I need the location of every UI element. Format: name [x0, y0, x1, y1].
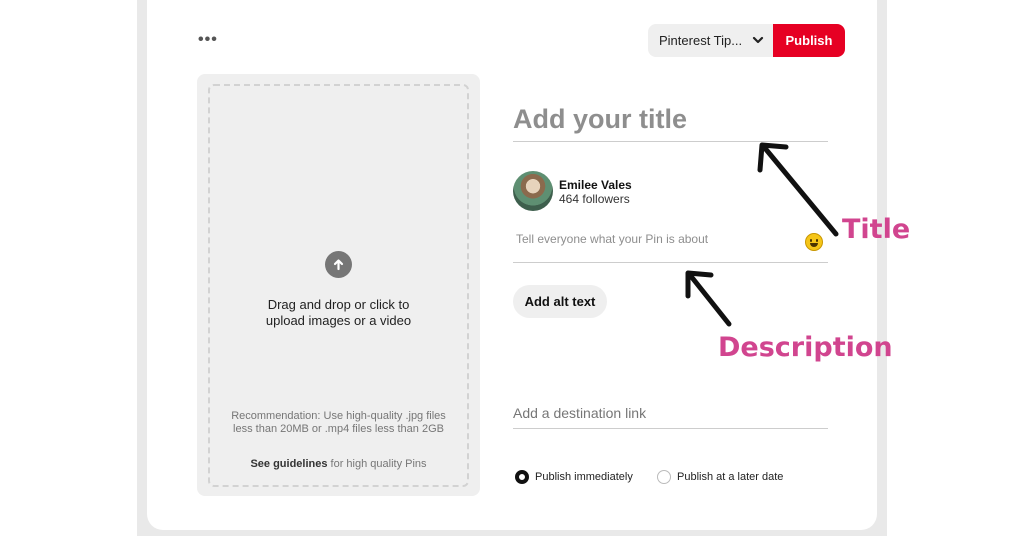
description-arrow-icon: [685, 270, 732, 327]
title-arrow-icon: [757, 142, 839, 237]
title-annotation: Title: [842, 214, 911, 245]
annotation-arrows: [685, 142, 839, 327]
description-annotation: Description: [718, 332, 893, 363]
